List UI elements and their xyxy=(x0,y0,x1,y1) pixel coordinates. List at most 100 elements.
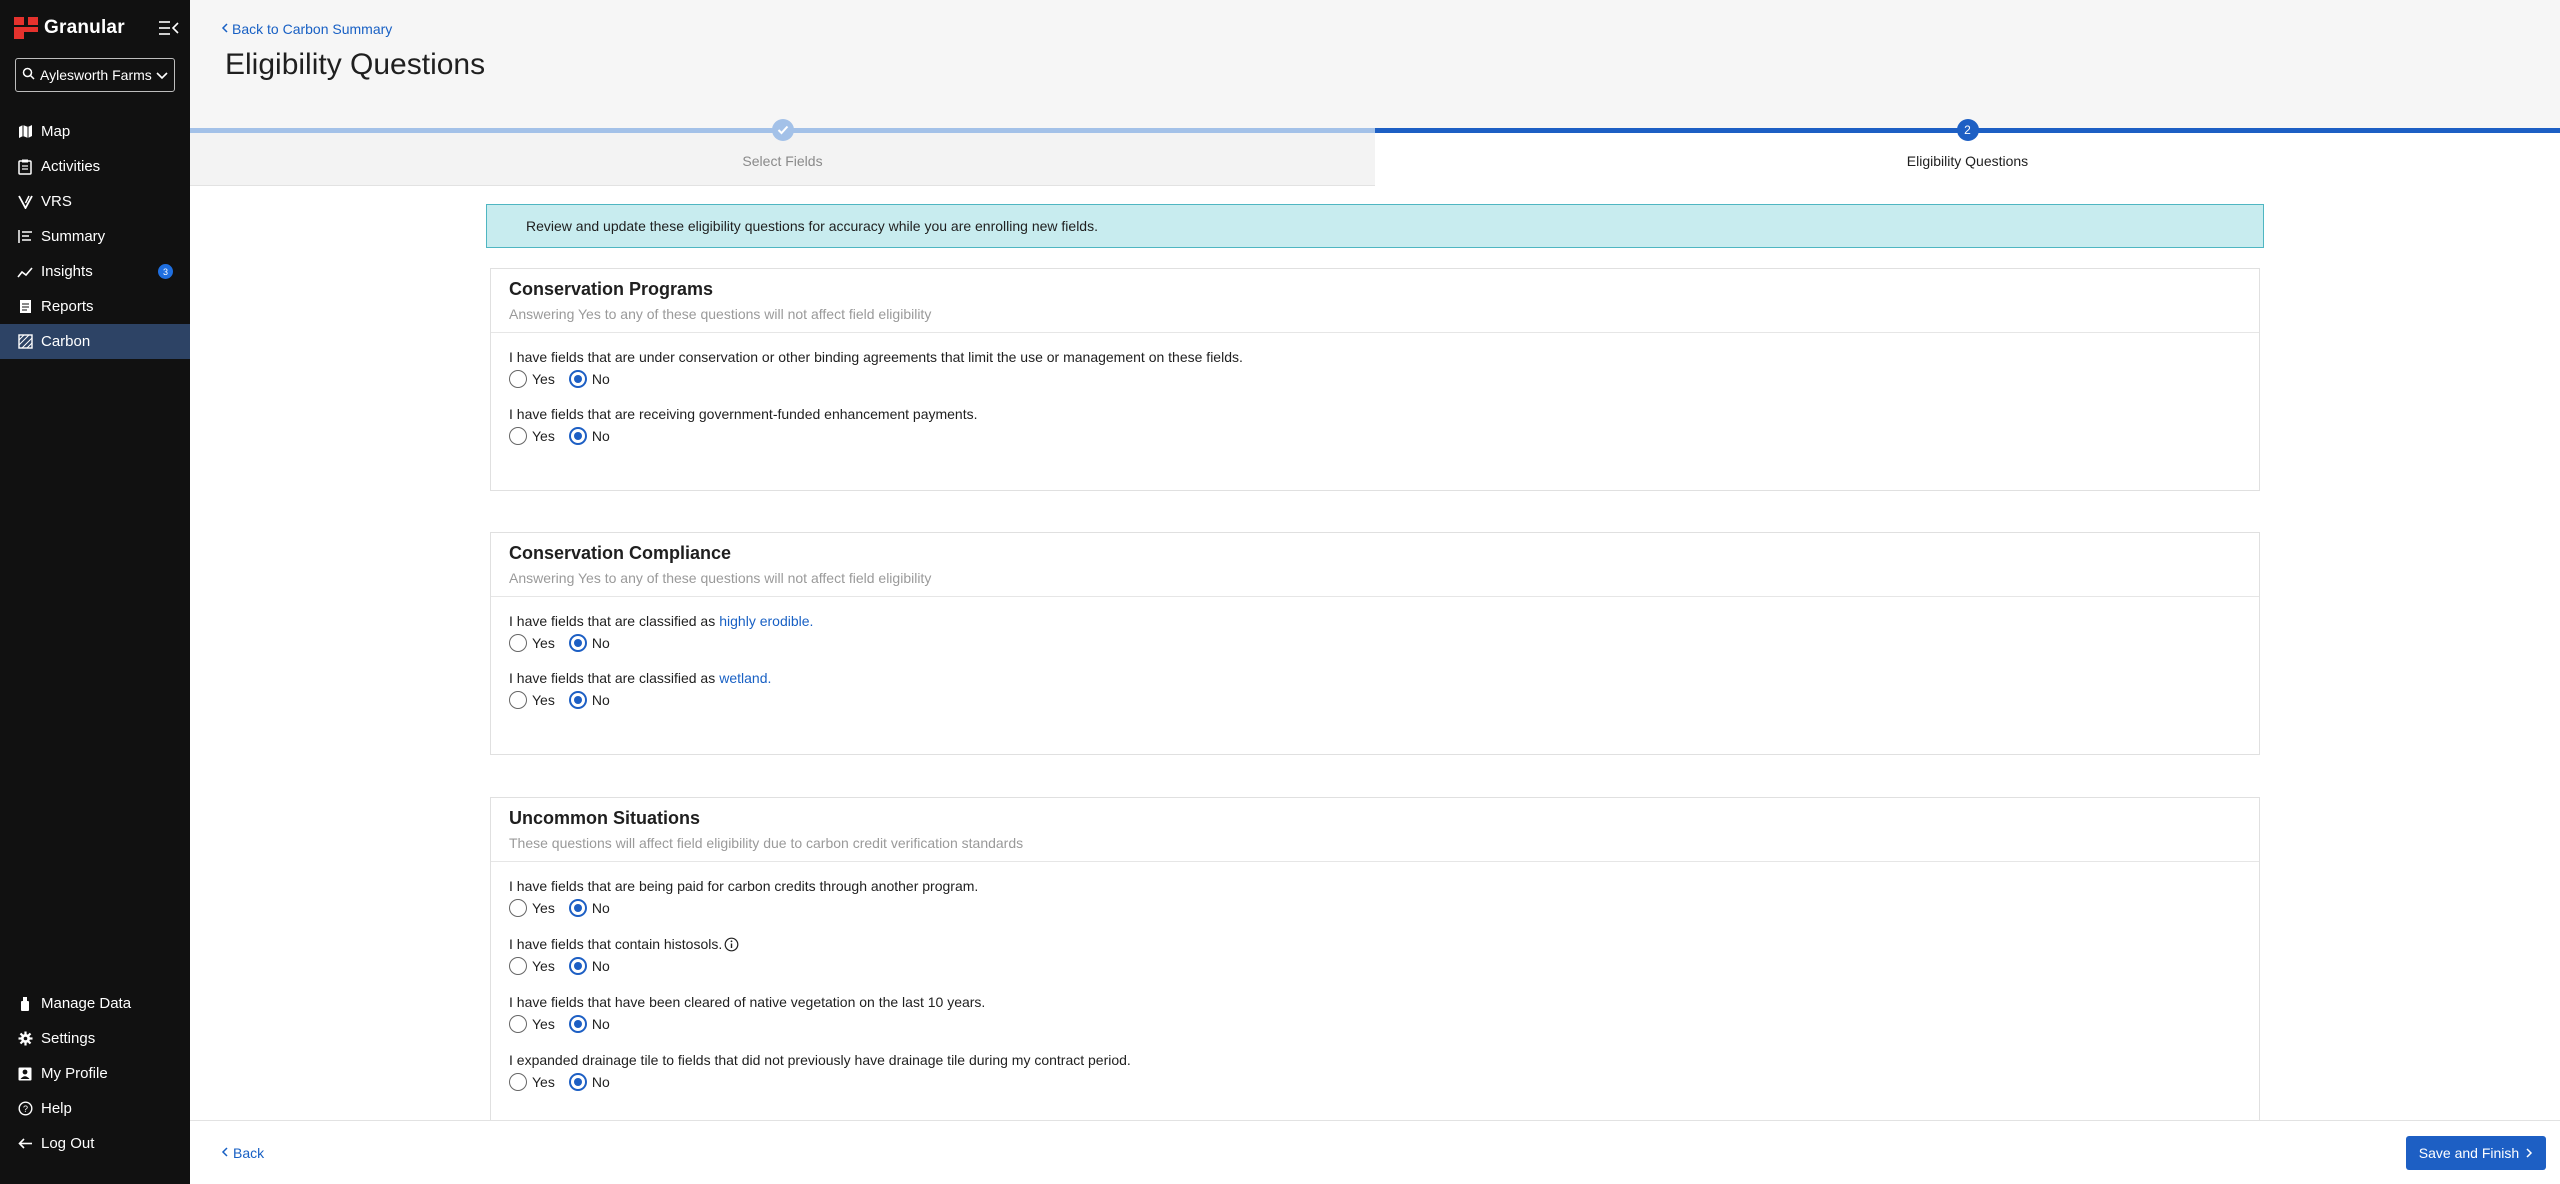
yes-radio[interactable]: Yes xyxy=(509,370,555,388)
no-radio[interactable]: No xyxy=(568,957,610,975)
sidebar-bottom-nav: Manage Data Settings My Profile ? Help L… xyxy=(0,986,190,1161)
section-header: Conservation Compliance Answering Yes to… xyxy=(491,533,2259,597)
step-select-fields[interactable]: Select Fields xyxy=(190,119,1375,186)
yes-radio[interactable]: Yes xyxy=(509,899,555,917)
yes-radio[interactable]: Yes xyxy=(509,427,555,445)
radio-group: Yes No xyxy=(509,897,2259,919)
sidebar-item-carbon[interactable]: Carbon xyxy=(0,324,190,359)
sidebar: Granular Aylesworth Farms Map Activities… xyxy=(0,0,190,1184)
radio-group: Yes No xyxy=(509,955,2259,977)
sidebar-item-summary[interactable]: Summary xyxy=(0,219,190,254)
question-text: I have fields that have been cleared of … xyxy=(509,994,986,1010)
page-footer: Back Save and Finish xyxy=(190,1120,2560,1184)
yes-radio[interactable]: Yes xyxy=(509,1015,555,1033)
sidebar-item-reports[interactable]: Reports xyxy=(0,289,190,324)
sidebar-item-manage-data[interactable]: Manage Data xyxy=(0,986,190,1021)
yes-radio[interactable]: Yes xyxy=(509,691,555,709)
save-button-label: Save and Finish xyxy=(2418,1145,2520,1161)
section-title: Conservation Compliance xyxy=(509,543,732,563)
page-header: Back to Carbon Summary Eligibility Quest… xyxy=(190,0,2560,130)
stepper: Select Fields 2 Eligibility Questions xyxy=(190,119,2560,186)
yes-radio[interactable]: Yes xyxy=(509,957,555,975)
question: I have fields that are under conservatio… xyxy=(491,347,2259,390)
question: I expanded drainage tile to fields that … xyxy=(491,1050,2259,1093)
save-and-finish-button[interactable]: Save and Finish xyxy=(2406,1136,2546,1170)
search-icon xyxy=(22,67,35,83)
question-text: I have fields that are classified as high… xyxy=(509,613,814,629)
question: I have fields that are being paid for ca… xyxy=(491,876,2259,919)
svg-text:?: ? xyxy=(22,1104,27,1114)
radio-group: Yes No xyxy=(509,689,2259,711)
sidebar-item-log-out[interactable]: Log Out xyxy=(0,1126,190,1161)
insights-count-badge: 3 xyxy=(158,264,173,279)
carbon-icon xyxy=(16,333,34,351)
no-radio[interactable]: No xyxy=(568,1073,610,1091)
highly-erodible-link[interactable]: highly erodible. xyxy=(719,613,813,629)
section-header: Uncommon Situations These questions will… xyxy=(491,798,2259,862)
sidebar-item-label: VRS xyxy=(41,193,72,210)
sidebar-item-label: Insights xyxy=(41,263,93,280)
no-radio[interactable]: No xyxy=(568,370,610,388)
question-text: I have fields that contain histosols. xyxy=(509,934,2259,954)
section-header: Conservation Programs Answering Yes to a… xyxy=(491,269,2259,333)
summary-icon xyxy=(16,228,34,246)
sidebar-item-label: Reports xyxy=(41,298,94,315)
no-radio[interactable]: No xyxy=(568,427,610,445)
sidebar-item-label: My Profile xyxy=(41,1065,108,1082)
step-complete-check-icon xyxy=(771,119,794,141)
brand[interactable]: Granular xyxy=(14,12,180,44)
question: I have fields that are classified as high… xyxy=(491,611,2259,654)
section-conservation-programs: Conservation Programs Answering Yes to a… xyxy=(490,268,2260,491)
no-radio[interactable]: No xyxy=(568,1015,610,1033)
question: I have fields that are classified as wetl… xyxy=(491,668,2259,711)
step-eligibility-questions[interactable]: 2 Eligibility Questions xyxy=(1375,119,2560,186)
sidebar-item-activities[interactable]: Activities xyxy=(0,149,190,184)
section-conservation-compliance: Conservation Compliance Answering Yes to… xyxy=(490,532,2260,755)
question: I have fields that have been cleared of … xyxy=(491,992,2259,1035)
question: I have fields that are receiving governm… xyxy=(491,404,2259,447)
no-radio[interactable]: No xyxy=(568,634,610,652)
step-label: Select Fields xyxy=(742,153,823,169)
chevron-left-icon xyxy=(220,1145,230,1161)
yes-radio[interactable]: Yes xyxy=(509,634,555,652)
question-text: I expanded drainage tile to fields that … xyxy=(509,1052,1131,1068)
sidebar-item-label: Manage Data xyxy=(41,995,132,1012)
page-title: Eligibility Questions xyxy=(225,48,486,81)
info-icon[interactable] xyxy=(724,937,739,952)
section-subtitle: These questions will affect field eligib… xyxy=(509,835,1024,851)
info-banner: Review and update these eligibility ques… xyxy=(486,204,2264,248)
section-title: Uncommon Situations xyxy=(509,808,701,828)
sidebar-item-settings[interactable]: Settings xyxy=(0,1021,190,1056)
gear-icon xyxy=(16,1030,34,1048)
sidebar-item-label: Summary xyxy=(41,228,106,245)
wetland-link[interactable]: wetland. xyxy=(719,670,771,686)
question-text: I have fields that are classified as wetl… xyxy=(509,670,772,686)
farm-selector[interactable]: Aylesworth Farms xyxy=(15,58,175,92)
section-title: Conservation Programs xyxy=(509,279,714,299)
sidebar-item-help[interactable]: ? Help xyxy=(0,1091,190,1126)
chevron-down-icon xyxy=(156,67,168,83)
chevron-right-icon xyxy=(2525,1147,2533,1159)
section-uncommon-situations: Uncommon Situations These questions will… xyxy=(490,797,2260,1137)
question-text: I have fields that are being paid for ca… xyxy=(509,878,979,894)
back-to-carbon-summary-link[interactable]: Back to Carbon Summary xyxy=(220,21,392,37)
report-icon xyxy=(16,298,34,316)
radio-group: Yes No xyxy=(509,1013,2259,1035)
sidebar-item-vrs[interactable]: VRS xyxy=(0,184,190,219)
brand-name: Granular xyxy=(44,17,125,38)
back-link-label: Back to Carbon Summary xyxy=(232,21,393,37)
granular-logo-icon xyxy=(14,17,38,39)
no-radio[interactable]: No xyxy=(568,899,610,917)
collapse-menu-icon[interactable] xyxy=(158,18,180,38)
map-icon xyxy=(16,123,34,141)
yes-radio[interactable]: Yes xyxy=(509,1073,555,1091)
no-radio[interactable]: No xyxy=(568,691,610,709)
back-button[interactable]: Back xyxy=(220,1145,264,1161)
chevron-left-icon xyxy=(220,21,230,37)
step-label: Eligibility Questions xyxy=(1906,153,2029,169)
sidebar-item-map[interactable]: Map xyxy=(0,114,190,149)
sidebar-item-my-profile[interactable]: My Profile xyxy=(0,1056,190,1091)
sidebar-item-label: Carbon xyxy=(41,333,91,350)
back-button-label: Back xyxy=(233,1145,265,1161)
sidebar-item-insights[interactable]: Insights 3 xyxy=(0,254,190,289)
